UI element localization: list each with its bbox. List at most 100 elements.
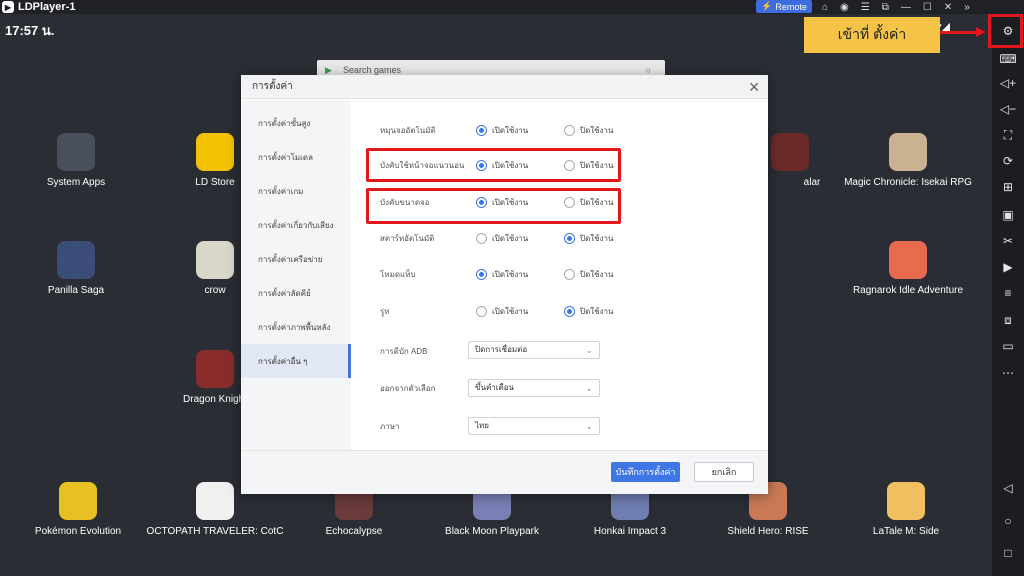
scissors-icon[interactable]: ✂ <box>992 232 1024 250</box>
minimize-icon[interactable]: — <box>901 2 911 13</box>
app-panilla-saga[interactable]: Panilla Saga <box>6 241 146 296</box>
callout-arrow-head <box>976 27 986 37</box>
option-label: ปิดใช้งาน <box>580 125 614 135</box>
app-label: OCTOPATH TRAVELER: CotC <box>146 526 284 537</box>
sidebar-item-shortcuts[interactable]: การตั้งค่าลัดคีย์ <box>241 276 351 310</box>
pin-icon[interactable]: ⧉ <box>882 2 889 13</box>
setting-row-auto-rotate: หมุนจออัตโนมัติ เปิดใช้งาน ปิดใช้งาน <box>380 122 652 138</box>
remote-button[interactable]: ⚡ Remote <box>756 0 812 13</box>
radio-on[interactable] <box>476 305 487 317</box>
sidebar-expand-icon[interactable]: » <box>964 2 970 13</box>
select-value: ไทย <box>475 421 489 430</box>
language-select[interactable]: ไทย ⌄ <box>468 417 600 435</box>
app-icon <box>196 482 234 520</box>
dialog-title: การตั้งค่า <box>252 81 293 92</box>
sync-icon[interactable]: ⟳ <box>992 152 1024 170</box>
radio-on[interactable] <box>476 232 487 244</box>
radio-off[interactable] <box>564 232 575 244</box>
option-off[interactable]: ปิดใช้งาน <box>564 124 652 137</box>
option-label: เปิดใช้งาน <box>492 233 529 243</box>
app-label: Honkai Impact 3 <box>593 526 667 537</box>
gamepad-icon[interactable]: ⌂ <box>822 2 828 13</box>
option-on[interactable]: เปิดใช้งาน <box>476 232 564 245</box>
adb-debug-select[interactable]: ปิดการเชื่อมต่อ ⌄ <box>468 341 600 359</box>
settings-dialog: การตั้งค่า ✕ การตั้งค่าขั้นสูง การตั้งค่… <box>241 75 768 494</box>
menu-icon[interactable]: ☰ <box>861 2 870 13</box>
sidebar-item-game[interactable]: การตั้งค่าเกม <box>241 174 351 208</box>
app-label: Black Moon Playpark <box>445 526 539 537</box>
exit-option-label: ออกจากตัวเลือก <box>380 384 436 393</box>
app-title: LDPlayer-1 <box>18 1 76 13</box>
highlight-box-landscape <box>366 148 621 182</box>
exit-option-select[interactable]: ขึ้นคำเตือน ⌄ <box>468 379 600 397</box>
app-icon <box>196 350 234 388</box>
option-label: ปิดใช้งาน <box>580 269 614 279</box>
app-label: Panilla Saga <box>47 285 105 296</box>
save-settings-button[interactable]: บันทึกการตั้งค่า <box>611 462 680 482</box>
sync-window-icon[interactable]: ≡ <box>992 284 1024 302</box>
app-label: crow <box>204 285 226 296</box>
home-icon[interactable]: ○ <box>992 512 1024 530</box>
highlight-box-screen-size <box>366 188 621 224</box>
app-latale[interactable]: LaTale M: Side <box>836 482 976 537</box>
app-pokemon-evolution[interactable]: Pokémon Evolution <box>8 482 148 537</box>
sidebar-item-model[interactable]: การตั้งค่าโมเดล <box>241 140 351 174</box>
ldplayer-logo-icon: ▶ <box>2 1 14 13</box>
volume-up-icon[interactable]: ◁+ <box>992 74 1024 92</box>
setting-label: หมุนจออัตโนมัติ <box>380 125 436 135</box>
sidebar-item-advanced[interactable]: การตั้งค่าขั้นสูง <box>241 106 351 140</box>
app-label: Pokémon Evolution <box>34 526 122 537</box>
option-on[interactable]: เปิดใช้งาน <box>476 124 564 137</box>
record-icon[interactable]: ▶ <box>992 258 1024 276</box>
setting-row-auto-start: สตาร์ทอัตโนมัติ เปิดใช้งาน ปิดใช้งาน <box>380 230 652 246</box>
fullscreen-icon[interactable]: ⛶ <box>992 126 1024 144</box>
close-icon[interactable]: ✕ <box>748 79 760 96</box>
cancel-button[interactable]: ยกเลิก <box>694 462 754 482</box>
setting-label: รูท <box>380 306 390 316</box>
option-on[interactable]: เปิดใช้งาน <box>476 268 564 281</box>
maximize-icon[interactable]: ☐ <box>923 2 932 13</box>
app-label: Ragnarok Idle Adventure <box>852 285 964 296</box>
option-label: ปิดใช้งาน <box>580 233 614 243</box>
chevron-down-icon: ⌄ <box>585 421 593 431</box>
option-off[interactable]: ปิดใช้งาน <box>564 305 652 318</box>
add-apk-icon[interactable]: ⊞ <box>992 178 1024 196</box>
right-toolbar: ⚙ ⌨ ◁+ ◁− ⛶ ⟳ ⊞ ▣ ✂ ▶ ≡ ⧈ ▭ ⋯ ◁ ○ □ <box>992 14 1024 576</box>
sidebar-item-audio[interactable]: การตั้งค่าเกี่ยวกับเสียง <box>241 208 351 242</box>
option-on[interactable]: เปิดใช้งาน <box>476 305 564 318</box>
adb-debug-label: การดีบัก ADB <box>380 347 428 356</box>
shake-icon[interactable]: ⧈ <box>992 311 1024 329</box>
setting-row-root: รูท เปิดใช้งาน ปิดใช้งาน <box>380 303 652 319</box>
settings-highlight-box <box>988 14 1023 48</box>
folder-icon[interactable]: ▭ <box>992 337 1024 355</box>
close-icon[interactable]: ✕ <box>944 2 952 13</box>
radio-on[interactable] <box>476 124 487 136</box>
more-icon[interactable]: ⋯ <box>992 364 1024 382</box>
apk-icon[interactable]: ▣ <box>992 206 1024 224</box>
title-bar: ▶ LDPlayer-1 ⚡ Remote ⌂ ◉ ☰ ⧉ — ☐ ✕ » <box>0 0 1024 14</box>
app-icon <box>57 133 95 171</box>
radio-off[interactable] <box>564 268 575 280</box>
app-ragnarok-idle[interactable]: Ragnarok Idle Adventure <box>838 241 978 296</box>
back-icon[interactable]: ◁ <box>992 479 1024 497</box>
app-label: Shield Hero: RISE <box>727 526 809 537</box>
settings-sidebar: การตั้งค่าขั้นสูง การตั้งค่าโมเดล การตั้… <box>241 100 351 450</box>
radio-off[interactable] <box>564 305 575 317</box>
volume-down-icon[interactable]: ◁− <box>992 100 1024 118</box>
app-icon <box>196 241 234 279</box>
app-icon <box>771 133 809 171</box>
app-system-apps[interactable]: System Apps <box>6 133 146 188</box>
radio-on[interactable] <box>476 268 487 280</box>
setting-row-tab-mode: โหมดแท็บ เปิดใช้งาน ปิดใช้งาน <box>380 266 652 282</box>
option-off[interactable]: ปิดใช้งาน <box>564 268 652 281</box>
sidebar-item-wallpaper[interactable]: การตั้งค่าภาพพื้นหลัง <box>241 310 351 344</box>
sidebar-item-network[interactable]: การตั้งค่าเครือข่าย <box>241 242 351 276</box>
option-off[interactable]: ปิดใช้งาน <box>564 232 652 245</box>
app-label: LaTale M: Side <box>872 526 940 537</box>
sidebar-item-other[interactable]: การตั้งค่าอื่น ๆ <box>241 344 351 378</box>
recents-icon[interactable]: □ <box>992 544 1024 562</box>
dialog-header: การตั้งค่า <box>241 75 768 99</box>
account-icon[interactable]: ◉ <box>840 2 849 13</box>
keyboard-icon[interactable]: ⌨ <box>992 50 1024 68</box>
radio-off[interactable] <box>564 124 575 136</box>
